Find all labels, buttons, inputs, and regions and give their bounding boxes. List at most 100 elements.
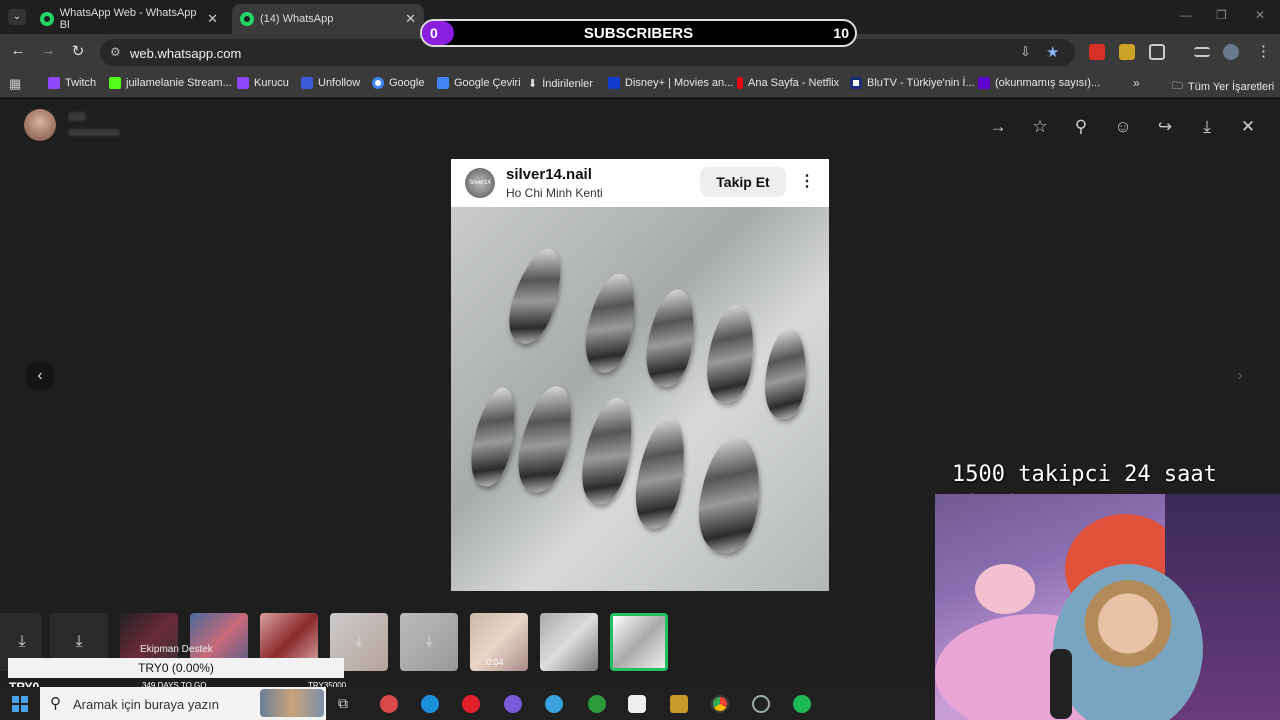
- tab-title: (14) WhatsApp: [260, 13, 334, 25]
- speaker: [1050, 649, 1072, 719]
- download-icon: ⬇: [528, 78, 538, 90]
- chrome-icon[interactable]: [711, 695, 729, 713]
- xbox-icon[interactable]: [588, 695, 606, 713]
- search-icon: ⚲: [50, 695, 61, 712]
- search-highlight-image: [260, 689, 324, 717]
- shared-post-image: Silver14 silver14.nail Ho Chi Minh Kenti…: [451, 159, 829, 591]
- thumbnail-selected[interactable]: [610, 613, 668, 671]
- bookmark-netflix[interactable]: Ana Sayfa - Netflix: [737, 77, 839, 89]
- pin-icon[interactable]: ⚲: [1070, 117, 1092, 137]
- unfollow-icon: [301, 77, 313, 89]
- bookmarks-bar: ▦ Twitch juilamelanie Stream... Kurucu U…: [0, 70, 1280, 98]
- sender-name-blurred: [68, 112, 86, 121]
- nail: [629, 414, 693, 532]
- bookmark-blutv[interactable]: BluTV - Türkiye'nin İ...: [850, 77, 975, 89]
- google-icon: [372, 77, 384, 89]
- nail: [693, 433, 767, 557]
- folder-icon: 🗀: [1172, 80, 1183, 92]
- whatsapp-icon: [40, 12, 54, 26]
- kick-icon: [109, 77, 121, 89]
- windows-start-icon[interactable]: [12, 696, 28, 712]
- task-view-icon[interactable]: ⧉: [338, 695, 348, 712]
- tab-whatsapp-web[interactable]: WhatsApp Web - WhatsApp Bl ✕: [32, 4, 226, 34]
- capcut-icon[interactable]: [628, 695, 646, 713]
- search-placeholder: Aramak için buraya yazın: [73, 697, 219, 712]
- install-app-icon[interactable]: ⇩: [1020, 44, 1031, 60]
- twitch-icon: [237, 77, 249, 89]
- profile-avatar-icon[interactable]: [1223, 44, 1239, 60]
- taskbar-search[interactable]: ⚲ Aramak için buraya yazın: [40, 687, 326, 720]
- tab-whatsapp-active[interactable]: (14) WhatsApp ✕: [232, 4, 424, 34]
- bookmark-downloads[interactable]: ⬇ İndirilenler: [528, 77, 593, 91]
- app-icon[interactable]: [670, 695, 688, 713]
- sender-time-blurred: [68, 129, 120, 136]
- go-to-message-icon[interactable]: →: [987, 117, 1009, 137]
- reload-icon[interactable]: ↻: [68, 42, 88, 60]
- bookmark-juilamelanie[interactable]: juilamelanie Stream...: [109, 77, 232, 89]
- forward-icon[interactable]: →: [38, 42, 58, 59]
- tab-search-button[interactable]: ⌄: [8, 9, 26, 25]
- bookmark-yahoo[interactable]: (okunmamış sayısı)...: [978, 77, 1100, 89]
- minimize-icon[interactable]: —: [1180, 8, 1192, 22]
- app-icon[interactable]: [380, 695, 398, 713]
- extension-download-icon[interactable]: [1089, 44, 1105, 60]
- close-tab-icon[interactable]: ✕: [405, 11, 416, 27]
- react-emoji-icon[interactable]: ☺: [1112, 117, 1134, 137]
- netflix-icon: [737, 77, 743, 89]
- bookmark-disney[interactable]: Disney+ | Movies an...: [608, 77, 733, 89]
- browser-menu-icon[interactable]: ⋮: [1256, 42, 1271, 60]
- close-tab-icon[interactable]: ✕: [207, 11, 218, 27]
- windows-taskbar: ⚲ Aramak için buraya yazın ⧉: [0, 687, 935, 720]
- all-bookmarks[interactable]: 🗀 Tüm Yer İşaretleri: [1172, 77, 1274, 96]
- subscriber-label: SUBSCRIBERS: [583, 25, 694, 42]
- edge-icon[interactable]: [421, 695, 439, 713]
- plush-toy: [975, 564, 1035, 614]
- bookmark-google[interactable]: Google: [372, 77, 424, 89]
- site-info-icon[interactable]: ⚙: [110, 45, 121, 59]
- bookmark-twitch[interactable]: Twitch: [48, 77, 96, 89]
- star-icon[interactable]: ☆: [1029, 117, 1051, 137]
- webcam-feed: [935, 494, 1280, 720]
- media-controls-icon[interactable]: [1194, 47, 1210, 57]
- forward-icon[interactable]: ↪: [1154, 117, 1176, 137]
- bookmark-kurucu[interactable]: Kurucu: [237, 77, 289, 89]
- nail: [762, 327, 810, 421]
- twitch-icon: [48, 77, 60, 89]
- opera-icon[interactable]: [462, 695, 480, 713]
- back-icon[interactable]: ←: [8, 42, 28, 59]
- maximize-icon[interactable]: ❐: [1216, 8, 1227, 22]
- bookmark-star-icon[interactable]: ★: [1046, 43, 1059, 61]
- post-header: Silver14 silver14.nail Ho Chi Minh Kenti…: [451, 159, 829, 207]
- subscriber-goal-overlay: 0 SUBSCRIBERS 10: [420, 19, 857, 47]
- close-viewer-icon[interactable]: ✕: [1237, 117, 1259, 137]
- extensions-icon[interactable]: [1149, 44, 1165, 60]
- close-window-icon[interactable]: ✕: [1255, 8, 1265, 22]
- nail: [702, 302, 760, 406]
- app-icon[interactable]: [504, 695, 522, 713]
- app-icon[interactable]: [545, 695, 563, 713]
- more-bookmarks-icon[interactable]: »: [1133, 76, 1140, 90]
- download-icon[interactable]: ⤓: [1196, 117, 1218, 137]
- whatsapp-icon: [240, 12, 254, 26]
- sender-avatar[interactable]: [24, 109, 56, 141]
- spotify-icon[interactable]: [793, 695, 811, 713]
- thumbnail-download[interactable]: ⤓: [400, 613, 458, 671]
- apps-grid-icon[interactable]: ▦: [9, 76, 21, 92]
- post-username: silver14.nail: [506, 166, 592, 183]
- extension-notes-icon[interactable]: [1119, 44, 1135, 60]
- nail: [465, 384, 523, 490]
- app-icon[interactable]: [752, 695, 770, 713]
- subscriber-goal: 10: [833, 25, 849, 41]
- follow-button: Takip Et: [700, 167, 786, 197]
- next-media-button[interactable]: ›: [1225, 361, 1255, 391]
- previous-media-button[interactable]: ‹: [25, 361, 55, 391]
- nail-art-photo: [451, 207, 829, 591]
- donation-amount: TRY0 (0.00%): [138, 661, 214, 675]
- bookmark-unfollow[interactable]: Unfollow: [301, 77, 360, 89]
- bookmark-google-translate[interactable]: Google Çeviri: [437, 77, 521, 89]
- more-options-icon: ⋮: [799, 173, 815, 190]
- thumbnail-image[interactable]: [540, 613, 598, 671]
- url-text[interactable]: web.whatsapp.com: [130, 46, 241, 61]
- disney-icon: [608, 77, 620, 89]
- thumbnail-video[interactable]: 0:04: [470, 613, 528, 671]
